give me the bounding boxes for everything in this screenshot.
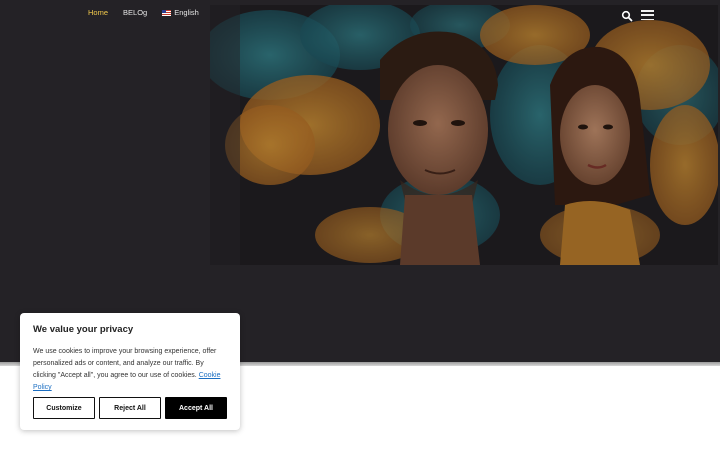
us-flag-icon — [162, 9, 172, 16]
hamburger-menu-icon[interactable] — [641, 10, 654, 20]
nav-item-language[interactable]: English — [162, 8, 199, 17]
accept-all-button[interactable]: Accept All — [165, 397, 227, 419]
main-navigation: Home BELOg English — [88, 8, 199, 17]
customize-button[interactable]: Customize — [33, 397, 95, 419]
cookie-message: We use cookies to improve your browsing … — [33, 346, 227, 394]
cookie-title: We value your privacy — [33, 324, 134, 335]
menu-bar-line — [641, 14, 654, 16]
nav-item-home[interactable]: Home — [88, 8, 108, 17]
hero-section: Home BELOg English — [0, 0, 720, 362]
cookie-body-text: We use cookies to improve your browsing … — [33, 348, 217, 379]
reject-all-button[interactable]: Reject All — [99, 397, 161, 419]
menu-bar-line — [641, 10, 654, 12]
search-icon — [621, 10, 633, 22]
menu-bar-line — [641, 18, 654, 20]
hero-artwork-image — [210, 5, 718, 265]
language-label: English — [174, 8, 199, 17]
search-button[interactable] — [621, 9, 633, 22]
nav-item-belog[interactable]: BELOg — [123, 8, 147, 17]
cookie-actions: Customize Reject All Accept All — [33, 397, 227, 419]
cookie-consent-dialog: We value your privacy We use cookies to … — [20, 313, 240, 430]
